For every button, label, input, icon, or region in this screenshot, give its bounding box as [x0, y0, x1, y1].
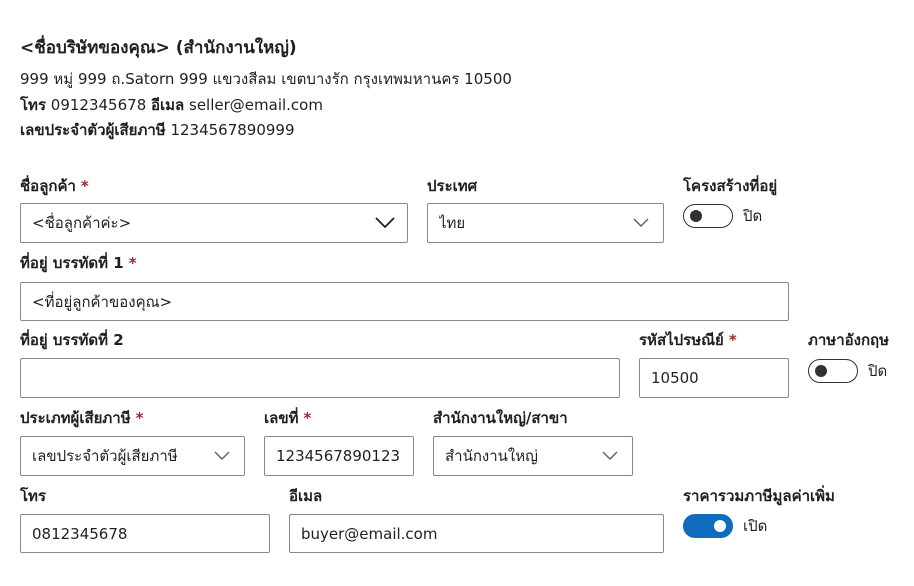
address-structure-toggle[interactable] [683, 204, 733, 228]
phone-label: โทร [20, 487, 47, 505]
seller-tax-id: 1234567890999 [170, 121, 295, 139]
chevron-down-icon [599, 445, 621, 467]
vat-included-state: เปิด [743, 517, 768, 535]
phone-value: 0812345678 [32, 524, 128, 543]
country-dropdown[interactable]: ไทย [427, 203, 664, 243]
email-value: buyer@email.com [301, 524, 438, 543]
postal-value: 10500 [651, 369, 699, 387]
required-mark: * [128, 254, 137, 272]
tax-number-input[interactable]: 1234567890123 [264, 436, 414, 476]
seller-email: seller@email.com [189, 96, 323, 114]
toggle-knob [690, 210, 702, 222]
branch-value: สำนักงานใหญ่ [445, 447, 538, 465]
english-toggle[interactable] [808, 359, 858, 383]
phone-input[interactable]: 0812345678 [20, 514, 270, 553]
email-input[interactable]: buyer@email.com [289, 514, 664, 553]
english-state: ปิด [868, 362, 888, 380]
chevron-down-icon [374, 212, 396, 234]
taxpayer-type-dropdown[interactable]: เลขประจำตัวผู้เสียภาษี [20, 436, 245, 476]
vat-included-toggle[interactable] [683, 514, 733, 538]
postal-input[interactable]: 10500 [639, 358, 789, 398]
address2-input[interactable] [20, 358, 620, 398]
address1-label: ที่อยู่ บรรทัดที่ 1 * [20, 253, 137, 273]
taxpayer-type-label: ประเภทผู้เสียภาษี * [20, 408, 143, 428]
tax-number-label: เลขที่ * [264, 408, 311, 428]
required-mark: * [728, 331, 737, 349]
taxpayer-type-label-text: ประเภทผู้เสียภาษี [20, 409, 131, 427]
seller-tax-label: เลขประจำตัวผู้เสียภาษี [20, 121, 166, 139]
taxpayer-type-value: เลขประจำตัวผู้เสียภาษี [32, 447, 178, 465]
tax-number-value: 1234567890123 [276, 447, 401, 465]
required-mark: * [80, 177, 89, 195]
toggle-knob [815, 365, 827, 377]
address-structure-label: โครงสร้างที่อยู่ [683, 177, 778, 195]
chevron-down-icon [630, 212, 652, 234]
english-toggle-group: ปิด [808, 359, 887, 383]
chevron-down-icon [211, 445, 233, 467]
postal-label: รหัสไปรษณีย์ * [639, 330, 737, 350]
seller-email-label: อีเมล [151, 96, 185, 114]
seller-tax: เลขประจำตัวผู้เสียภาษี 1234567890999 [20, 119, 295, 141]
branch-label: สำนักงานใหญ่/สาขา [433, 409, 568, 427]
email-label: อีเมล [289, 487, 323, 505]
seller-contact: โทร 0912345678 อีเมล seller@email.com [20, 94, 323, 116]
seller-phone-label: โทร [20, 96, 47, 114]
vat-included-label: ราคารวมภาษีมูลค่าเพิ่ม [683, 487, 835, 505]
country-label: ประเทศ [427, 177, 478, 195]
address-structure-state: ปิด [743, 207, 763, 225]
address2-label: ที่อยู่ บรรทัดที่ 2 [20, 331, 124, 349]
address-structure-toggle-group: ปิด [683, 204, 762, 228]
address1-label-text: ที่อยู่ บรรทัดที่ 1 [20, 254, 124, 272]
customer-value: <ชื่อลูกค้าค่ะ> [32, 214, 132, 232]
tax-number-label-text: เลขที่ [264, 409, 299, 427]
address1-input[interactable]: <ที่อยู่ลูกค้าของคุณ> [20, 282, 789, 321]
seller-phone: 0912345678 [50, 96, 147, 114]
seller-name: <ชื่อบริษัทของคุณ> (สำนักงานใหญ่) [20, 38, 297, 58]
postal-label-text: รหัสไปรษณีย์ [639, 331, 724, 349]
customer-label-text: ชื่อลูกค้า [20, 177, 76, 195]
required-mark: * [303, 409, 312, 427]
customer-combobox[interactable]: <ชื่อลูกค้าค่ะ> [20, 203, 408, 243]
seller-address: 999 หมู่ 999 ถ.Satorn 999 แขวงสีลม เขตบา… [20, 70, 512, 88]
customer-label: ชื่อลูกค้า * [20, 176, 89, 196]
toggle-knob [714, 520, 726, 532]
vat-included-toggle-group: เปิด [683, 514, 767, 538]
address1-value: <ที่อยู่ลูกค้าของคุณ> [32, 292, 173, 311]
country-value: ไทย [439, 214, 466, 232]
required-mark: * [135, 409, 144, 427]
branch-dropdown[interactable]: สำนักงานใหญ่ [433, 436, 633, 476]
english-label: ภาษาอังกฤษ [808, 331, 890, 349]
